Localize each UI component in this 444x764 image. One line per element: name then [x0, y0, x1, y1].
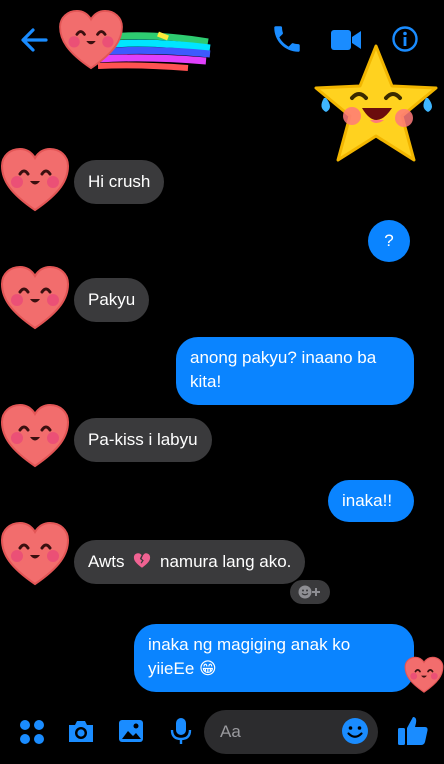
- heart-face-avatar: [0, 404, 70, 468]
- message-text: Pa-kiss i labyu: [88, 430, 198, 449]
- message-input-placeholder: Aa: [220, 722, 241, 741]
- image-icon[interactable]: [116, 716, 146, 746]
- camera-icon[interactable]: [66, 716, 96, 746]
- message-text: namura lang ako.: [160, 552, 292, 571]
- message-bubble-outgoing[interactable]: ?: [368, 220, 410, 262]
- arrow-left-icon[interactable]: [18, 24, 50, 56]
- message-text: inaka!!: [342, 491, 393, 510]
- heart-face-avatar: [0, 522, 70, 586]
- add-reaction-button[interactable]: [290, 580, 330, 604]
- message-bubble-incoming[interactable]: Pakyu: [74, 278, 150, 322]
- message-bubble-outgoing[interactable]: anong pakyu? inaano ba kita!: [176, 337, 414, 405]
- phone-icon[interactable]: [270, 22, 304, 56]
- message-text: inaka ng magiging anak ko yiieEe 😁: [148, 635, 351, 678]
- message-bubble-outgoing[interactable]: inaka ng magiging anak ko yiieEe 😁: [134, 624, 414, 692]
- emoji-icon[interactable]: [340, 716, 370, 746]
- message-text: Awts: [88, 552, 125, 571]
- contact-avatar[interactable]: [58, 10, 218, 74]
- heart-face-avatar: [0, 148, 70, 212]
- laughing-star-sticker: [314, 44, 438, 162]
- add-reaction-icon: [298, 585, 320, 599]
- heart-face-avatar: [0, 266, 70, 330]
- microphone-icon[interactable]: [166, 716, 196, 746]
- message-text: ?: [384, 231, 394, 250]
- message-text: Pakyu: [88, 290, 136, 309]
- heart-face-icon: [59, 10, 123, 70]
- broken-heart-icon: [134, 553, 151, 568]
- message-bubble-incoming[interactable]: Hi crush: [74, 160, 165, 204]
- message-bubble-outgoing[interactable]: inaka!!: [328, 480, 414, 522]
- message-text: Hi crush: [88, 172, 151, 191]
- message-bubble-incoming[interactable]: Awts namura lang ako.: [74, 540, 306, 584]
- message-bubble-incoming[interactable]: Pa-kiss i labyu: [74, 418, 212, 462]
- seen-avatar: [404, 656, 444, 693]
- message-text: anong pakyu? inaano ba kita!: [190, 348, 377, 391]
- thumbs-up-icon[interactable]: [396, 714, 430, 748]
- apps-icon[interactable]: [18, 718, 46, 746]
